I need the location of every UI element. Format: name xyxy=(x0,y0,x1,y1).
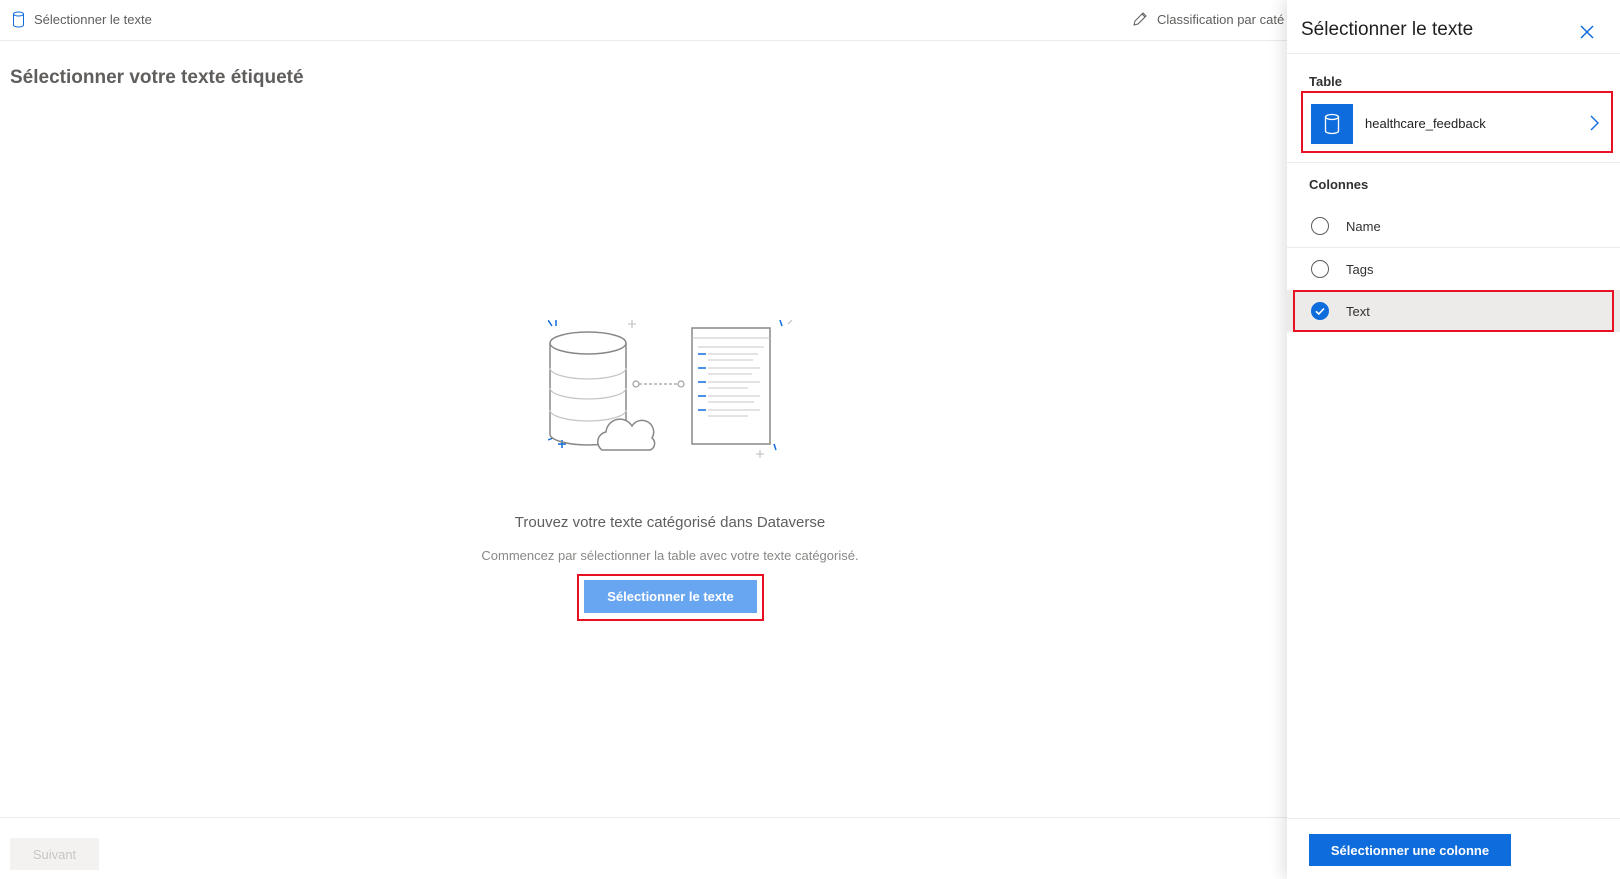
next-button[interactable]: Suivant xyxy=(10,838,99,870)
highlight-box xyxy=(577,574,764,621)
column-label: Name xyxy=(1346,218,1381,234)
breadcrumb-step-label: Classification par caté xyxy=(1157,12,1285,27)
column-option-tags[interactable]: Tags xyxy=(1287,248,1620,290)
divider xyxy=(1287,162,1620,163)
panel-header: Sélectionner le texte xyxy=(1287,0,1620,54)
page-title: Sélectionner votre texte étiqueté xyxy=(10,67,304,88)
wizard-footer xyxy=(0,817,1287,879)
column-label: Tags xyxy=(1346,261,1374,277)
table-name: healthcare_feedback xyxy=(1365,116,1486,131)
table-section-label: Table xyxy=(1309,74,1342,89)
radio-unchecked-icon[interactable] xyxy=(1311,217,1329,235)
close-icon[interactable] xyxy=(1577,22,1597,42)
table-selector[interactable]: healthcare_feedback xyxy=(1301,91,1613,153)
chevron-right-icon xyxy=(1590,115,1599,131)
database-to-document-illustration xyxy=(548,320,793,458)
highlight-box xyxy=(1293,290,1614,332)
breadcrumb-step-classification[interactable]: Classification par caté xyxy=(1131,11,1284,28)
database-icon xyxy=(13,11,24,28)
column-option-name[interactable]: Name xyxy=(1287,205,1620,247)
pencil-icon xyxy=(1133,12,1147,26)
columns-section-label: Colonnes xyxy=(1309,177,1369,192)
empty-state-title: Trouvez votre texte catégorisé dans Data… xyxy=(514,514,826,531)
table-tile xyxy=(1311,104,1353,144)
wizard-header: Sélectionner le texte Classification par… xyxy=(0,0,1287,41)
select-text-panel: Sélectionner le texte Table healthcare_f… xyxy=(1287,0,1620,879)
database-icon xyxy=(1324,113,1340,135)
breadcrumb-step-label: Sélectionner le texte xyxy=(34,12,152,27)
breadcrumb-step-select-text[interactable]: Sélectionner le texte xyxy=(12,11,152,28)
empty-state-subtitle: Commencez par sélectionner la table avec… xyxy=(481,548,859,563)
select-column-button[interactable]: Sélectionner une colonne xyxy=(1309,834,1511,866)
radio-unchecked-icon[interactable] xyxy=(1311,260,1329,278)
main-area: Sélectionner le texte Classification par… xyxy=(0,0,1287,879)
panel-title: Sélectionner le texte xyxy=(1301,19,1474,40)
